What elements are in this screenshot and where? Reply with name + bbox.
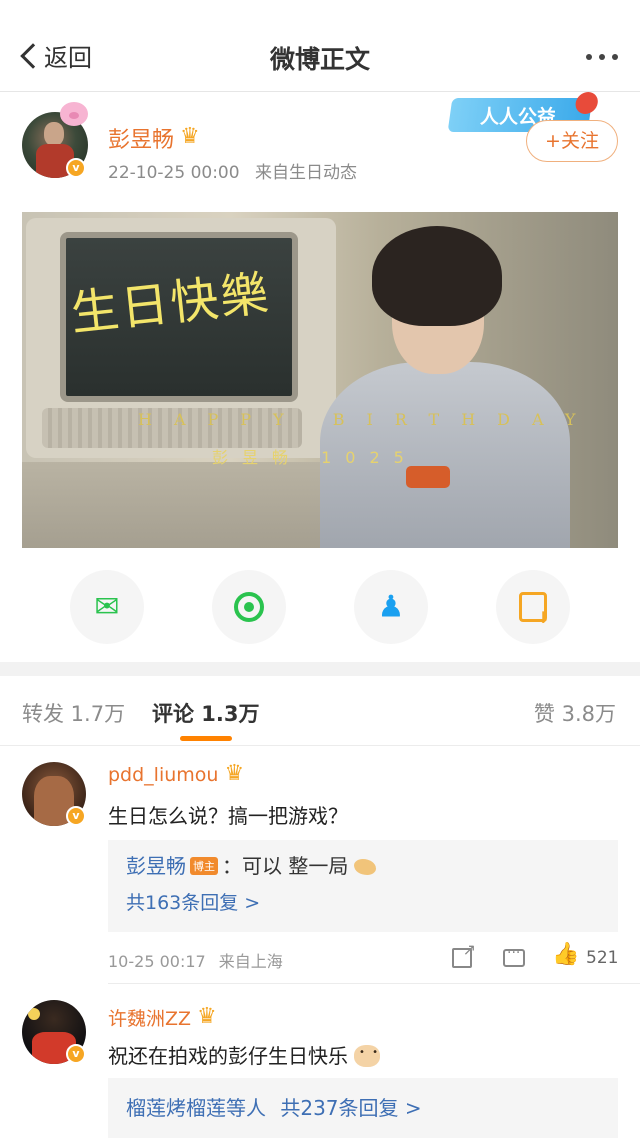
author-name: 彭昱畅: [108, 128, 175, 153]
share-icon[interactable]: [452, 940, 476, 968]
save-image-icon: [519, 592, 550, 627]
share-wechat-button[interactable]: ✉: [70, 570, 144, 644]
share-row: ✉ ♟: [0, 570, 640, 654]
author-tag: 博主: [190, 857, 218, 875]
reply-participants[interactable]: 榴莲烤榴莲等人: [126, 1096, 266, 1120]
commenter-name: 许魏洲ZZ: [108, 1008, 192, 1030]
post-source: 来自生日动态: [254, 163, 357, 183]
like-icon[interactable]: 👍: [552, 942, 579, 967]
share-qq-button[interactable]: ♟: [354, 570, 428, 644]
tab-like[interactable]: 赞 3.8万: [534, 698, 616, 728]
save-image-button[interactable]: [496, 570, 570, 644]
hand-emoji-icon: [354, 859, 377, 875]
top-nav-bar: 返回 微博正文: [0, 0, 640, 92]
verified-badge-icon: v: [66, 158, 86, 178]
reply-line: 榴莲烤榴莲等人 共237条回复 >: [126, 1092, 422, 1121]
verified-badge-icon: v: [66, 1044, 86, 1064]
comment-item: v 许魏洲ZZ 祝还在拍戏的彭仔生日快乐 榴莲烤榴莲等人 共237条回复 >: [0, 984, 640, 1148]
page-title: 微博正文: [269, 45, 370, 74]
section-divider: [0, 662, 640, 676]
tab-comment[interactable]: 评论 1.3万: [152, 698, 260, 728]
vip-crown-icon: [197, 1004, 221, 1029]
reply-author[interactable]: 彭昱畅: [126, 854, 186, 878]
more-dot-icon: [586, 54, 592, 60]
more-dot-icon: [599, 54, 605, 60]
comment-meta: 10-25 00:17 来自上海: [108, 948, 283, 972]
author-name-row[interactable]: 彭昱畅: [108, 122, 204, 154]
image-subtitle-text: HAPPY BIRTHDAY: [138, 410, 598, 429]
comment-source: 来自上海: [218, 952, 283, 971]
tab-forward[interactable]: 转发 1.7万: [22, 698, 125, 728]
follow-button[interactable]: +关注: [526, 120, 618, 162]
vip-crown-icon: [180, 124, 204, 149]
more-dot-icon: [612, 54, 618, 60]
reply-text: ：可以 整一局: [222, 854, 349, 878]
active-tab-indicator: [180, 736, 232, 741]
comment-text-content: 祝还在拍戏的彭仔生日快乐: [108, 1044, 348, 1068]
comment-item: v pdd_liumou 生日怎么说？搞一把游戏？ 彭昱畅博主：可以 整一局 共…: [0, 746, 640, 984]
comment-icon[interactable]: [503, 945, 525, 967]
commenter-name-row[interactable]: pdd_liumou: [108, 761, 248, 786]
wechat-icon: ✉: [94, 589, 120, 625]
post-meta: 22-10-25 00:00 来自生日动态: [108, 158, 357, 183]
share-moments-button[interactable]: [212, 570, 286, 644]
reply-preview-box[interactable]: 榴莲烤榴莲等人 共237条回复 >: [108, 1078, 618, 1138]
vip-crown-icon: [224, 761, 248, 786]
reply-line: 彭昱畅 博主 ：可以 整一局: [126, 850, 377, 879]
moments-icon: [234, 592, 264, 622]
commenter-name: pdd_liumou: [108, 764, 219, 786]
bird-icon: [574, 92, 600, 114]
commenter-name-row[interactable]: 许魏洲ZZ: [108, 1004, 221, 1031]
pig-sticker-icon: [60, 102, 88, 126]
like-count: 521: [586, 948, 619, 968]
comment-time: 10-25 00:17: [108, 952, 206, 971]
post-time: 22-10-25 00:00: [108, 163, 240, 183]
post-header: v 彭昱畅 22-10-25 00:00 来自生日动态 人人公益 +关注: [0, 92, 640, 210]
comment-text: 生日怎么说？搞一把游戏？: [108, 800, 348, 829]
interaction-tabs: 转发 1.7万 评论 1.3万 赞 3.8万: [0, 676, 640, 746]
comment-text-content: 生日怎么说？搞一把游戏？: [108, 804, 348, 828]
verified-badge-icon: v: [66, 806, 86, 826]
comment-text: 祝还在拍戏的彭仔生日快乐: [108, 1040, 380, 1069]
cat-emoji-icon: [354, 1045, 380, 1067]
post-image[interactable]: 生日快樂 HAPPY BIRTHDAY 彭昱畅 1025: [22, 212, 618, 548]
person-figure: [312, 212, 618, 548]
reply-count-link[interactable]: 共163条回复 >: [126, 888, 260, 915]
reply-count-link[interactable]: 共237条回复 >: [280, 1096, 421, 1120]
image-signature-text: 彭昱畅 1025: [212, 448, 418, 467]
more-options-button[interactable]: [586, 54, 618, 60]
reply-preview-box[interactable]: 彭昱畅 博主 ：可以 整一局 共163条回复 >: [108, 840, 618, 932]
qq-icon: ♟: [377, 589, 405, 625]
